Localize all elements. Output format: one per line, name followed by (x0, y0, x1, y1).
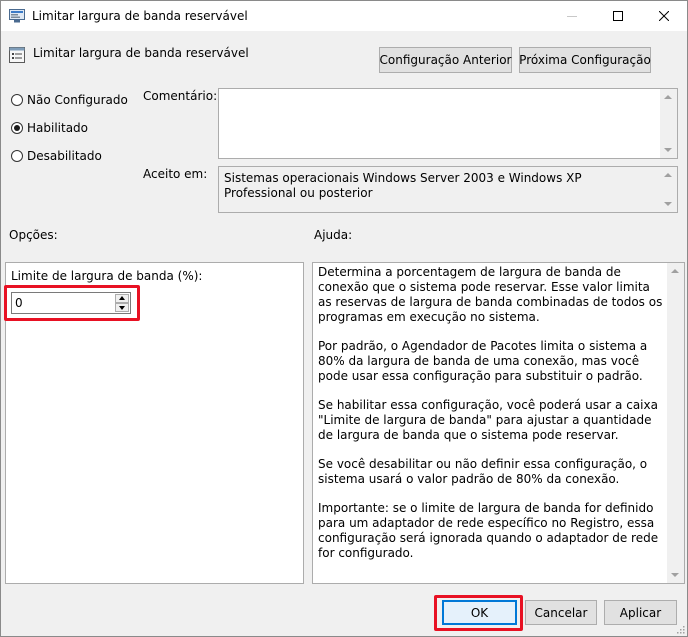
window-title: Limitar largura de banda reservável (32, 9, 248, 23)
group-policy-dialog: Limitar largura de banda reservável Limi… (0, 0, 688, 637)
comment-textarea[interactable] (218, 88, 678, 159)
maximize-button[interactable] (595, 1, 641, 31)
spinbox-highlight (4, 285, 140, 321)
scroll-down-icon[interactable] (664, 202, 672, 206)
radio-label: Não Configurado (27, 93, 128, 107)
minimize-icon (567, 16, 577, 17)
help-paragraph: Por padrão, o Agendador de Pacotes limit… (318, 339, 648, 383)
title-bar[interactable]: Limitar largura de banda reservável (1, 1, 687, 31)
ok-button-highlight (434, 595, 523, 631)
minimize-button[interactable] (549, 1, 595, 31)
radio-label: Habilitado (27, 121, 89, 135)
scroll-down-icon[interactable] (671, 573, 679, 577)
close-button[interactable] (641, 1, 687, 31)
maximize-icon (613, 11, 623, 21)
help-text: Determina a porcentagem de largura de ba… (318, 265, 666, 575)
close-icon (659, 11, 669, 21)
policy-app-icon (9, 9, 25, 23)
radio-circle (11, 150, 23, 162)
radio-disabled[interactable]: Desabilitado (11, 149, 102, 163)
policy-setting-icon (9, 47, 25, 63)
next-setting-button[interactable]: Próxima Configuração (519, 47, 651, 73)
previous-setting-button[interactable]: Configuração Anterior (379, 47, 512, 73)
radio-enabled[interactable]: Habilitado (11, 121, 88, 135)
options-heading: Opções: (9, 228, 58, 242)
cancel-button[interactable]: Cancelar (525, 600, 597, 625)
resize-grip-icon[interactable] (675, 624, 685, 634)
help-paragraph: Importante: se o limite de largura de ba… (318, 501, 659, 560)
bandwidth-limit-label: Limite de largura de banda (%): (11, 269, 203, 283)
supported-on-text: Sistemas operacionais Windows Server 200… (224, 171, 582, 200)
help-scrollbar[interactable] (667, 263, 684, 583)
scroll-up-icon[interactable] (664, 173, 672, 177)
help-paragraph: Determina a porcentagem de largura de ba… (318, 265, 663, 324)
policy-title: Limitar largura de banda reservável (33, 46, 249, 60)
supported-scrollbar[interactable] (660, 167, 677, 212)
scroll-up-icon[interactable] (671, 269, 679, 273)
apply-button[interactable]: Aplicar (604, 600, 677, 625)
radio-circle-selected (11, 122, 23, 134)
supported-on-label: Aceito em: (143, 167, 208, 181)
radio-not-configured[interactable]: Não Configurado (11, 93, 128, 107)
radio-circle (11, 94, 23, 106)
help-paragraph: Se você desabilitar ou não definir essa … (318, 457, 648, 486)
comment-scrollbar[interactable] (660, 89, 677, 158)
help-panel: Determina a porcentagem de largura de ba… (312, 262, 685, 584)
scroll-up-icon[interactable] (664, 95, 672, 99)
help-heading: Ajuda: (314, 228, 353, 242)
supported-on-field: Sistemas operacionais Windows Server 200… (218, 166, 678, 213)
radio-label: Desabilitado (27, 149, 102, 163)
scroll-down-icon[interactable] (664, 148, 672, 152)
comment-label: Comentário: (143, 89, 218, 103)
help-paragraph: Se habilitar essa configuração, você pod… (318, 398, 658, 442)
